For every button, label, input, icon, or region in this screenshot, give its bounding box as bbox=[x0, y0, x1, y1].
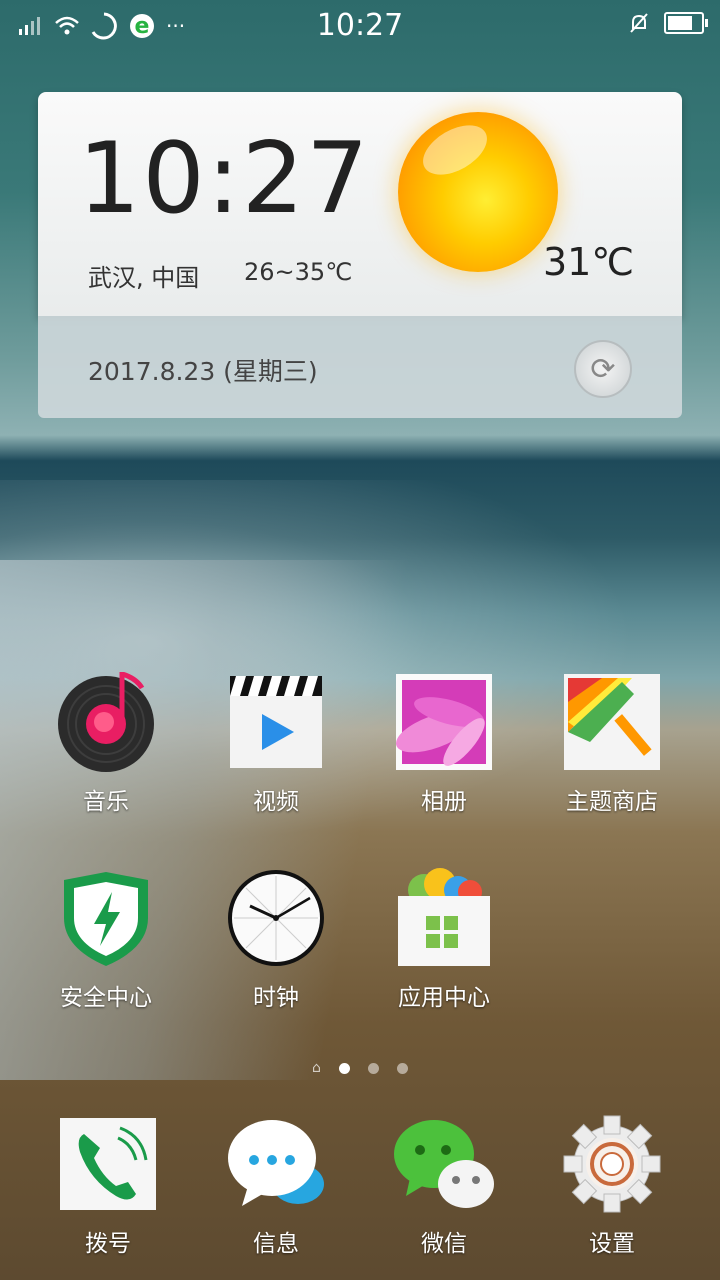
widget-clock[interactable]: 10:27 bbox=[78, 122, 370, 236]
page-dot-3[interactable] bbox=[396, 1062, 408, 1074]
phone-icon bbox=[58, 1114, 158, 1214]
sunny-icon bbox=[398, 112, 558, 272]
dock-messages[interactable]: 信息 bbox=[206, 1114, 346, 1258]
widget-city: 武汉, 中国 bbox=[88, 264, 200, 292]
battery-icon bbox=[664, 12, 708, 34]
messages-icon bbox=[226, 1114, 326, 1214]
dock-phone[interactable]: 拨号 bbox=[38, 1114, 178, 1258]
app-video[interactable]: 视频 bbox=[206, 672, 346, 816]
app-label: 微信 bbox=[421, 1231, 467, 1257]
app-label: 安全中心 bbox=[60, 985, 152, 1011]
app-clock[interactable]: 时钟 bbox=[206, 868, 346, 1012]
app-center-icon bbox=[394, 868, 494, 968]
app-label: 时钟 bbox=[253, 985, 299, 1011]
app-security-center[interactable]: 安全中心 bbox=[36, 868, 176, 1012]
app-gallery[interactable]: 相册 bbox=[374, 672, 514, 816]
dock-settings[interactable]: 设置 bbox=[542, 1114, 682, 1258]
app-label: 信息 bbox=[253, 1231, 299, 1257]
app-label: 相册 bbox=[421, 789, 467, 815]
page-dot-1[interactable] bbox=[338, 1062, 350, 1074]
weather-widget-top: 10:27 武汉, 中国 26~35℃ 31℃ bbox=[38, 92, 682, 316]
app-label: 音乐 bbox=[83, 789, 129, 815]
battery-fill bbox=[668, 16, 692, 30]
weather-widget[interactable]: 10:27 武汉, 中国 26~35℃ 31℃ 2017.8.23 (星期三) … bbox=[38, 92, 682, 418]
gallery-icon bbox=[394, 672, 494, 772]
home-page-icon[interactable]: ⌂ bbox=[312, 1060, 321, 1076]
security-center-icon bbox=[56, 868, 156, 968]
status-time: 10:27 bbox=[316, 8, 404, 43]
dock-wechat[interactable]: 微信 bbox=[374, 1114, 514, 1258]
status-bar: e ··· 10:27 bbox=[0, 0, 720, 50]
video-icon bbox=[226, 672, 326, 772]
app-label: 设置 bbox=[589, 1231, 635, 1257]
weather-widget-bottom: 2017.8.23 (星期三) ⟳ bbox=[38, 316, 682, 418]
widget-temp-range: 26~35℃ bbox=[244, 258, 353, 286]
status-right-icons bbox=[628, 12, 708, 34]
music-icon bbox=[56, 670, 156, 772]
page-dot-2[interactable] bbox=[367, 1062, 379, 1074]
theme-store-icon bbox=[562, 672, 662, 772]
app-label: 应用中心 bbox=[398, 985, 490, 1011]
settings-icon bbox=[562, 1114, 662, 1214]
app-music[interactable]: 音乐 bbox=[36, 670, 176, 816]
wechat-icon bbox=[394, 1114, 494, 1214]
app-label: 主题商店 bbox=[566, 789, 658, 815]
app-app-center[interactable]: 应用中心 bbox=[374, 868, 514, 1012]
clock-icon bbox=[226, 868, 326, 968]
silent-bell-icon bbox=[630, 13, 648, 33]
widget-date: 2017.8.23 (星期三) bbox=[88, 357, 318, 386]
app-label: 视频 bbox=[253, 789, 299, 815]
refresh-icon[interactable]: ⟳ bbox=[574, 340, 632, 398]
widget-current-temp: 31℃ bbox=[542, 240, 634, 284]
app-label: 拨号 bbox=[85, 1231, 131, 1257]
page-indicator: ⌂ bbox=[0, 1060, 720, 1076]
app-theme-store[interactable]: 主题商店 bbox=[542, 672, 682, 816]
